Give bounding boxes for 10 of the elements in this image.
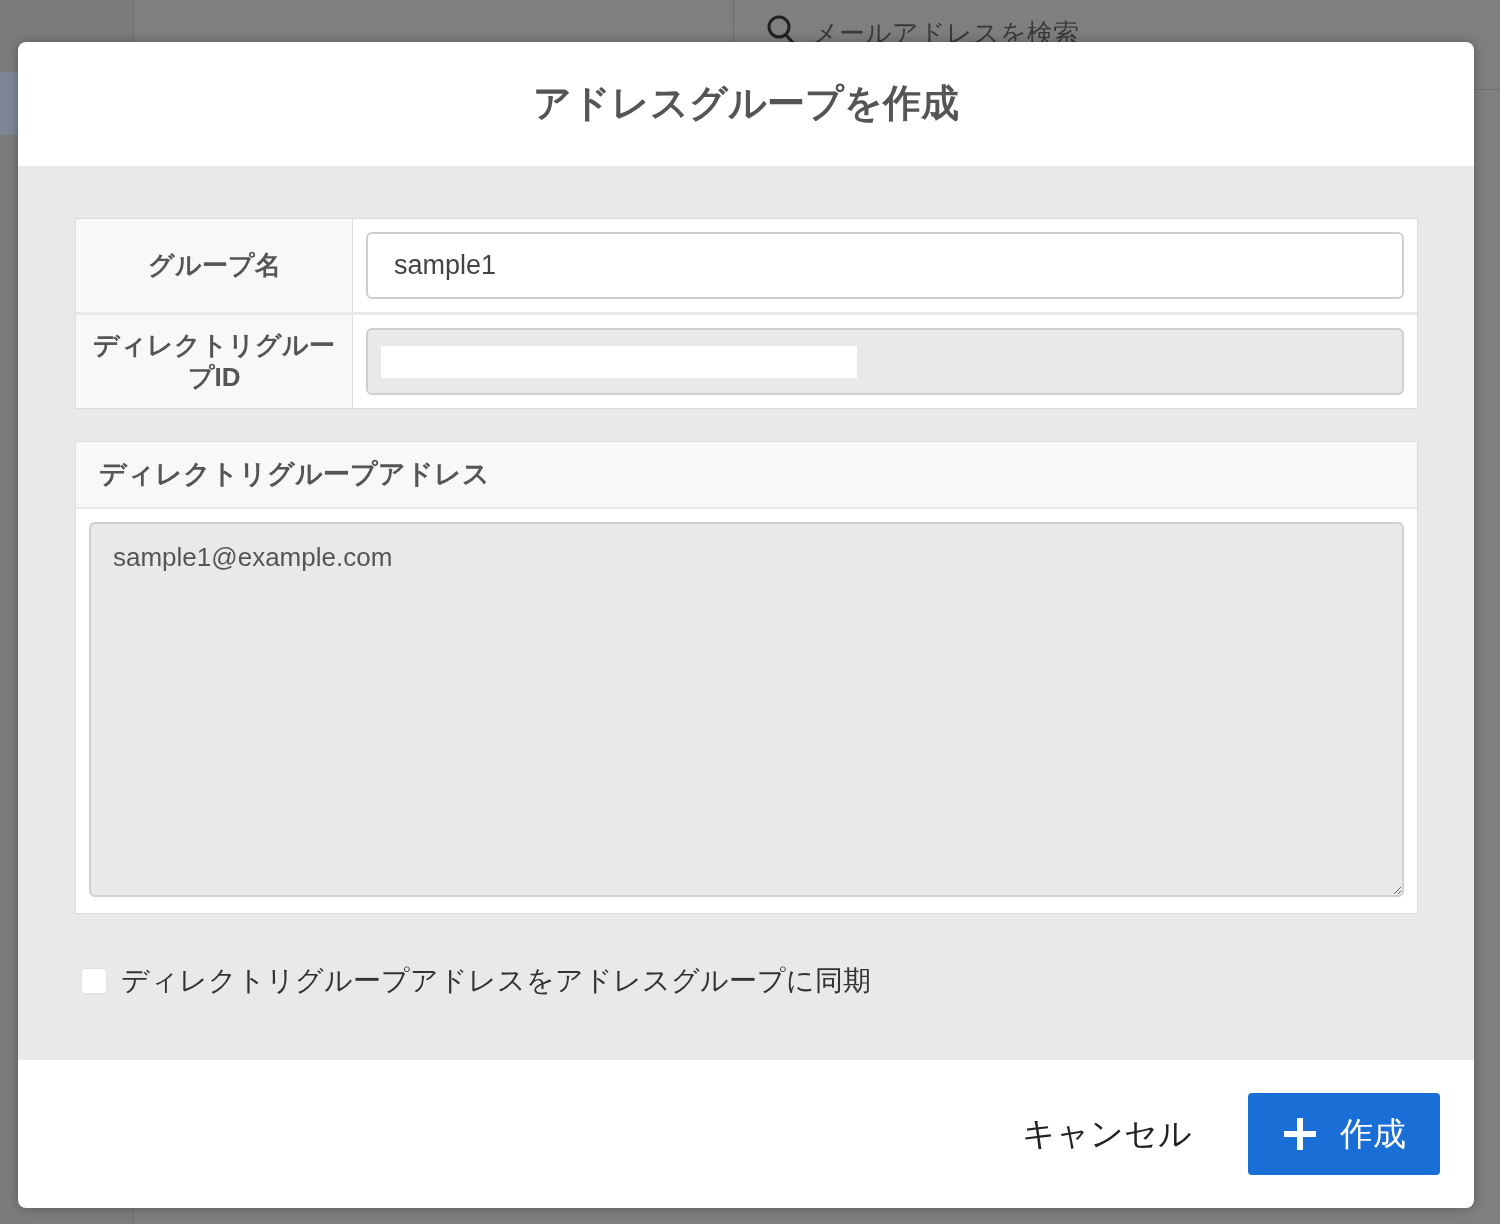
input-field[interactable]: sample1 — [366, 232, 1404, 299]
section-heading: ディレクトリグループアドレス — [99, 458, 490, 492]
sync-checkbox[interactable] — [81, 968, 107, 994]
create-button[interactable]: 作成 — [1248, 1093, 1440, 1175]
field-label: グループ名 — [76, 219, 353, 312]
checkbox-label[interactable]: ディレクトリグループアドレスをアドレスグループに同期 — [121, 960, 871, 1002]
plus-icon — [1282, 1116, 1318, 1152]
cancel-button[interactable]: キャンセル — [1022, 1109, 1192, 1159]
field-label: ディレクトリグループID — [76, 315, 353, 408]
dialog-title: アドレスグループを作成 — [533, 81, 959, 127]
